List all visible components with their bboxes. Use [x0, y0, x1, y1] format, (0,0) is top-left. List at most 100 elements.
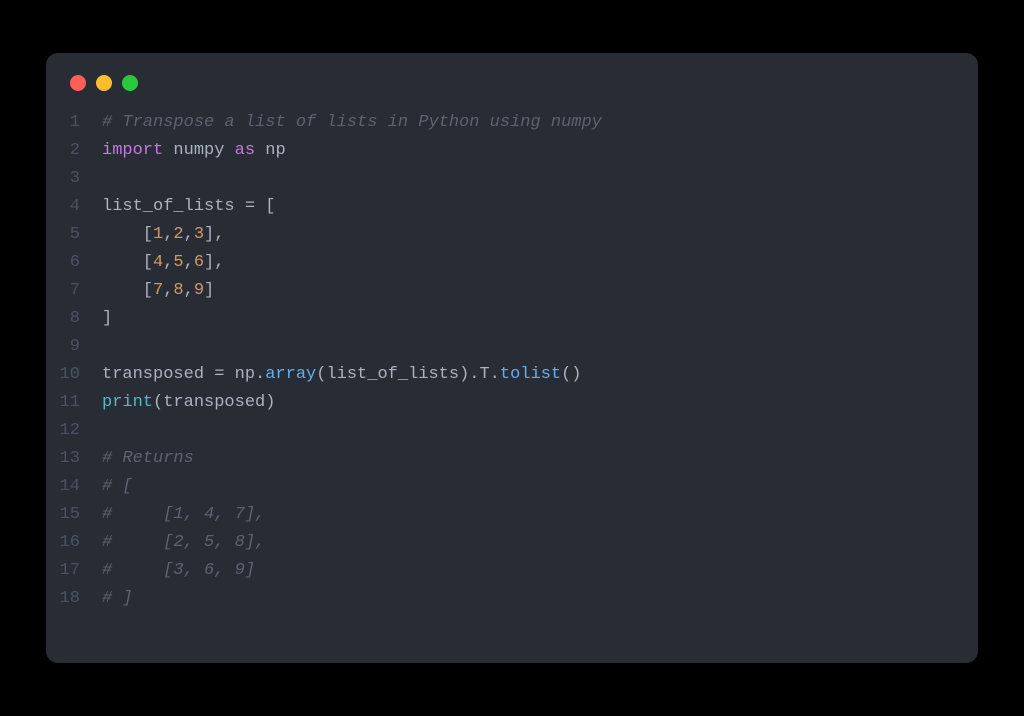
code-line: 5 [1,2,3],: [46, 221, 978, 249]
token-comment: # [3, 6, 9]: [102, 561, 255, 580]
code-line: 8]: [46, 305, 978, 333]
token-ident: list_of_lists: [102, 197, 245, 216]
line-number: 1: [46, 109, 102, 137]
line-content: transposed = np.array(list_of_lists).T.t…: [102, 361, 582, 389]
code-line: 13# Returns: [46, 445, 978, 473]
line-number: 2: [46, 137, 102, 165]
line-content: [102, 165, 112, 193]
line-content: [102, 333, 112, 361]
minimize-icon[interactable]: [96, 75, 112, 91]
close-icon[interactable]: [70, 75, 86, 91]
token-module: numpy: [173, 141, 224, 160]
line-content: # [3, 6, 9]: [102, 557, 255, 585]
token-num: 5: [173, 253, 183, 272]
token-builtin: print: [102, 393, 153, 412]
token-num: 9: [194, 281, 204, 300]
line-number: 12: [46, 417, 102, 445]
token-num: 2: [173, 225, 183, 244]
line-content: import numpy as np: [102, 137, 286, 165]
code-line: 3: [46, 165, 978, 193]
token-punct: ,: [163, 281, 173, 300]
line-content: [4,5,6],: [102, 249, 224, 277]
line-content: print(transposed): [102, 389, 275, 417]
token-comment: # Transpose a list of lists in Python us…: [102, 113, 602, 132]
token-comment: # Returns: [102, 449, 194, 468]
line-content: [102, 417, 112, 445]
code-line: 15# [1, 4, 7],: [46, 501, 978, 529]
code-line: 2import numpy as np: [46, 137, 978, 165]
code-line: 1# Transpose a list of lists in Python u…: [46, 109, 978, 137]
line-number: 15: [46, 501, 102, 529]
token-num: 6: [194, 253, 204, 272]
token-punct: ,: [163, 253, 173, 272]
code-line: 12: [46, 417, 978, 445]
line-number: 4: [46, 193, 102, 221]
line-number: 9: [46, 333, 102, 361]
token-keyword: import: [102, 141, 163, 160]
token-punct: [: [102, 225, 153, 244]
token-punct: ,: [184, 253, 194, 272]
code-line: 18# ]: [46, 585, 978, 613]
token-punct: [: [102, 281, 153, 300]
token-punct: ]: [204, 281, 214, 300]
token-module: np: [265, 141, 285, 160]
code-line: 4list_of_lists = [: [46, 193, 978, 221]
line-number: 6: [46, 249, 102, 277]
token-punct: =: [214, 365, 224, 384]
code-line: 6 [4,5,6],: [46, 249, 978, 277]
line-number: 5: [46, 221, 102, 249]
token-ident: (list_of_lists).T.: [316, 365, 500, 384]
token-punct: ,: [163, 225, 173, 244]
token-comment: # [1, 4, 7],: [102, 505, 265, 524]
token-punct: [: [102, 253, 153, 272]
token-punct: (): [561, 365, 581, 384]
token-keyword: as: [235, 141, 255, 160]
token-punct: [163, 141, 173, 160]
token-punct: =: [245, 197, 255, 216]
line-number: 10: [46, 361, 102, 389]
line-content: # Transpose a list of lists in Python us…: [102, 109, 602, 137]
token-punct: ,: [184, 281, 194, 300]
code-line: 16# [2, 5, 8],: [46, 529, 978, 557]
line-content: [1,2,3],: [102, 221, 224, 249]
line-content: # [1, 4, 7],: [102, 501, 265, 529]
token-num: 4: [153, 253, 163, 272]
token-num: 7: [153, 281, 163, 300]
code-line: 10transposed = np.array(list_of_lists).T…: [46, 361, 978, 389]
editor-window: 1# Transpose a list of lists in Python u…: [46, 53, 978, 663]
window-titlebar: [46, 75, 978, 109]
token-punct: [224, 141, 234, 160]
token-punct: [: [255, 197, 275, 216]
token-ident: np.: [224, 365, 265, 384]
line-number: 11: [46, 389, 102, 417]
line-content: # Returns: [102, 445, 194, 473]
line-number: 7: [46, 277, 102, 305]
line-content: # [2, 5, 8],: [102, 529, 265, 557]
zoom-icon[interactable]: [122, 75, 138, 91]
line-number: 3: [46, 165, 102, 193]
line-content: list_of_lists = [: [102, 193, 275, 221]
code-line: 11print(transposed): [46, 389, 978, 417]
token-comment: # [2, 5, 8],: [102, 533, 265, 552]
line-content: [7,8,9]: [102, 277, 214, 305]
token-comment: # ]: [102, 589, 133, 608]
token-func: array: [265, 365, 316, 384]
line-content: # ]: [102, 585, 133, 613]
token-func: tolist: [500, 365, 561, 384]
token-ident: (transposed): [153, 393, 275, 412]
line-number: 8: [46, 305, 102, 333]
code-line: 17# [3, 6, 9]: [46, 557, 978, 585]
token-num: 1: [153, 225, 163, 244]
token-punct: ],: [204, 225, 224, 244]
code-line: 9: [46, 333, 978, 361]
token-comment: # [: [102, 477, 133, 496]
line-number: 16: [46, 529, 102, 557]
token-punct: [255, 141, 265, 160]
token-punct: ,: [184, 225, 194, 244]
token-punct: ],: [204, 253, 224, 272]
code-line: 7 [7,8,9]: [46, 277, 978, 305]
token-ident: transposed: [102, 365, 214, 384]
line-number: 17: [46, 557, 102, 585]
token-punct: ]: [102, 309, 112, 328]
line-content: ]: [102, 305, 112, 333]
